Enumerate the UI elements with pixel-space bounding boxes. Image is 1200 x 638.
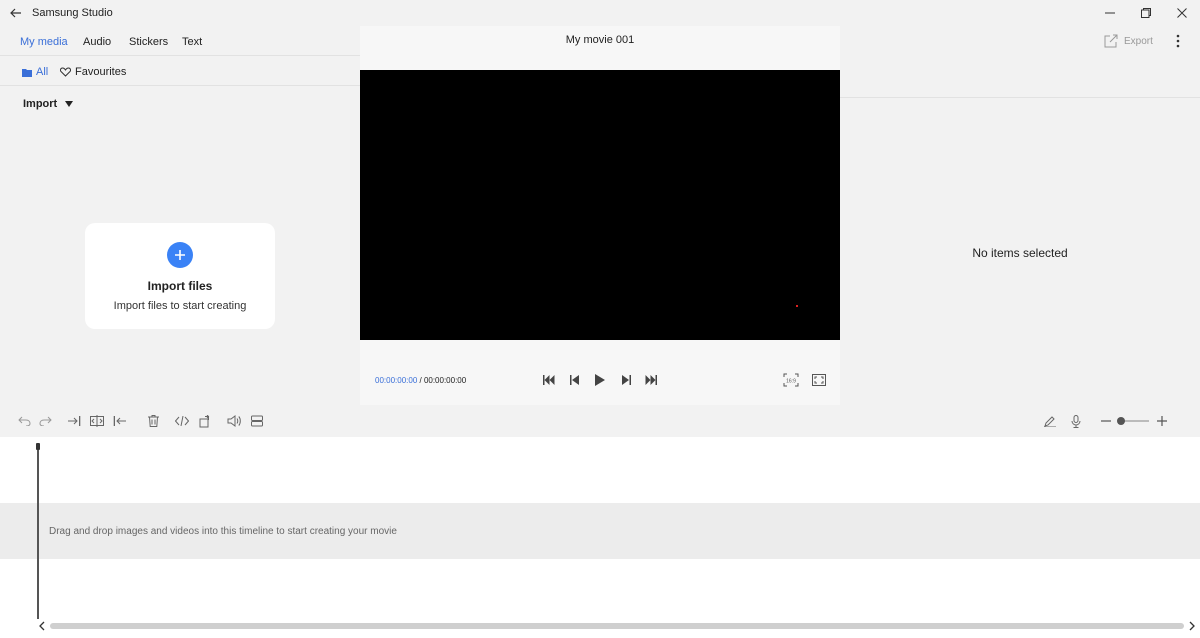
trim-start-icon[interactable]: [67, 413, 83, 429]
export-button[interactable]: Export: [1104, 34, 1153, 48]
undo-icon[interactable]: [16, 413, 32, 429]
recording-dot: [796, 305, 798, 307]
timeline-horizontal-scrollbar[interactable]: [36, 620, 1200, 632]
microphone-icon[interactable]: [1068, 413, 1084, 429]
import-dropdown[interactable]: Import: [23, 98, 74, 110]
caret-down-icon: [65, 101, 74, 107]
properties-header: Export: [840, 26, 1200, 98]
tab-audio[interactable]: Audio: [83, 36, 111, 48]
zoom-out-icon[interactable]: [1098, 413, 1114, 429]
media-tabs: My media Audio Stickers Text: [0, 30, 360, 56]
detach-audio-icon[interactable]: [174, 413, 190, 429]
skip-to-end-icon[interactable]: [643, 372, 659, 388]
video-preview[interactable]: [360, 70, 840, 340]
zoom-slider-handle[interactable]: [1117, 417, 1125, 425]
scroll-right-icon[interactable]: [1188, 621, 1196, 631]
filter-favourites-label: Favourites: [75, 66, 127, 78]
add-icon[interactable]: [167, 242, 193, 268]
layers-icon[interactable]: [249, 413, 265, 429]
timecode: 00:00:00:00 / 00:00:00:00: [375, 376, 466, 385]
import-files-card[interactable]: Import files Import files to start creat…: [85, 223, 275, 329]
tab-stickers[interactable]: Stickers: [129, 36, 168, 48]
no-items-message: No items selected: [972, 246, 1068, 260]
playhead-handle[interactable]: [36, 443, 40, 450]
filter-all[interactable]: All: [22, 66, 48, 78]
scrollbar-thumb[interactable]: [50, 623, 1184, 629]
aspect-ratio-button[interactable]: 16:9: [783, 372, 799, 388]
export-icon: [1104, 34, 1118, 48]
trim-end-icon[interactable]: [111, 413, 127, 429]
volume-icon[interactable]: [226, 413, 242, 429]
restore-button[interactable]: [1132, 3, 1160, 23]
filter-row: All Favourites: [0, 57, 360, 86]
timeline-drop-zone[interactable]: Drag and drop images and videos into thi…: [0, 503, 1200, 559]
title-bar: Samsung Studio: [0, 0, 1200, 26]
tab-text[interactable]: Text: [182, 36, 202, 48]
previous-frame-icon[interactable]: [567, 372, 583, 388]
timeline[interactable]: Drag and drop images and videos into thi…: [0, 437, 1200, 638]
more-options-icon[interactable]: [1170, 32, 1186, 50]
import-files-subtitle: Import files to start creating: [113, 300, 247, 312]
filter-all-label: All: [36, 66, 49, 78]
tab-my-media[interactable]: My media: [20, 36, 68, 48]
total-time: 00:00:00:00: [423, 376, 467, 385]
scroll-left-icon[interactable]: [38, 621, 46, 631]
split-icon[interactable]: [89, 413, 105, 429]
import-files-title: Import files: [147, 279, 213, 293]
zoom-in-icon[interactable]: [1154, 413, 1170, 429]
play-icon[interactable]: [592, 372, 608, 388]
current-time: 00:00:00:00: [375, 376, 418, 385]
aspect-ratio-label: 16:9: [786, 378, 796, 384]
redo-icon[interactable]: [37, 413, 53, 429]
movie-title[interactable]: My movie 001: [360, 34, 840, 46]
draw-icon[interactable]: [1042, 413, 1058, 429]
close-button[interactable]: [1168, 3, 1196, 23]
folder-icon: [22, 68, 32, 77]
skip-to-start-icon[interactable]: [541, 372, 557, 388]
playhead[interactable]: [37, 445, 39, 619]
timeline-drop-hint: Drag and drop images and videos into thi…: [49, 526, 397, 537]
back-arrow-icon[interactable]: [8, 5, 24, 21]
time-separator: /: [417, 376, 424, 385]
app-title: Samsung Studio: [32, 7, 113, 19]
export-label: Export: [1124, 35, 1153, 47]
import-dropdown-label: Import: [23, 98, 58, 110]
fullscreen-icon[interactable]: [811, 372, 827, 388]
minimize-button[interactable]: [1096, 3, 1124, 23]
filter-favourites[interactable]: Favourites: [60, 66, 126, 78]
next-frame-icon[interactable]: [618, 372, 634, 388]
preview-panel: My movie 001 00:00:00:00 / 00:00:00:00 1…: [360, 26, 840, 405]
rotate-icon[interactable]: [197, 413, 213, 429]
delete-icon[interactable]: [145, 413, 161, 429]
heart-icon: [60, 67, 71, 77]
